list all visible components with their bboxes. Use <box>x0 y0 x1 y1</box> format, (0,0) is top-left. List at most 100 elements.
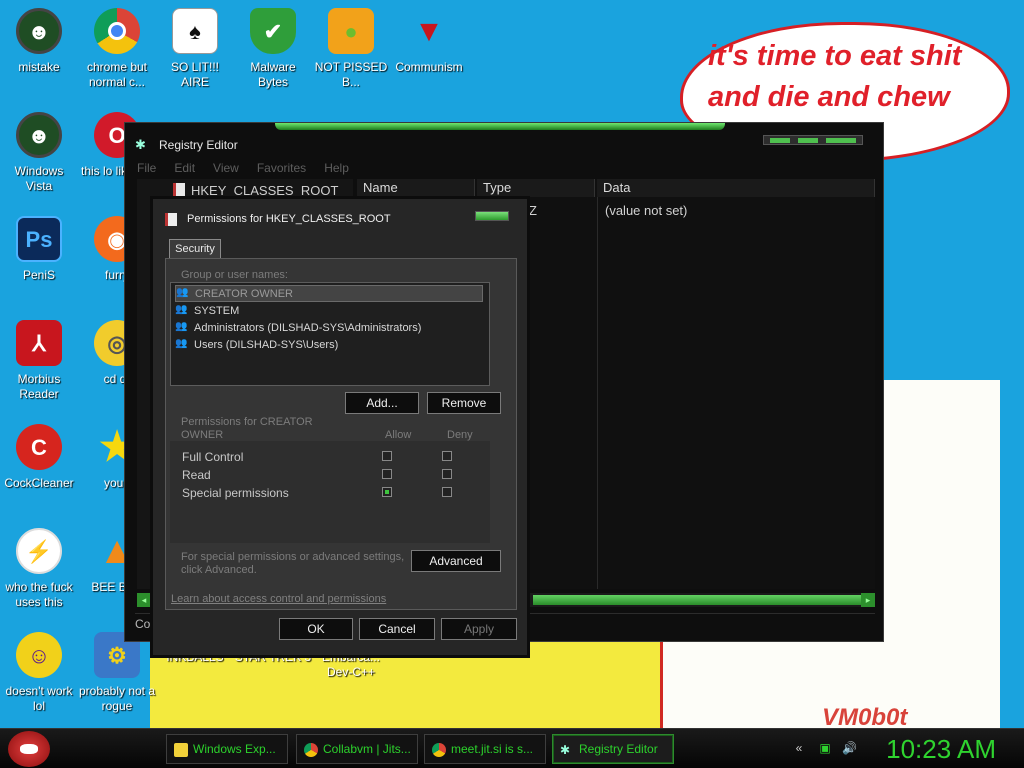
menu-file[interactable]: File <box>137 161 156 179</box>
add-button[interactable]: Add... <box>345 392 419 414</box>
menu-favorites[interactable]: Favorites <box>257 161 306 179</box>
network-icon[interactable]: ▣ <box>818 741 832 755</box>
learn-more-link[interactable]: Learn about access control and permissio… <box>171 593 386 605</box>
apply-button[interactable]: Apply <box>441 618 517 640</box>
group-label: Group or user names: <box>181 269 288 281</box>
user-item-users[interactable]: 👥 Users (DILSHAD-SYS\Users) <box>175 336 483 353</box>
special-allow-checkbox[interactable] <box>382 487 392 497</box>
emblem-icon: ▼ <box>414 14 444 48</box>
registry-editor-titlebar[interactable]: ✱ Registry Editor <box>125 131 883 159</box>
taskbar-item-meet[interactable]: meet.jit.si is s... <box>424 734 546 764</box>
maximize-button[interactable] <box>798 138 818 143</box>
read-deny-checkbox[interactable] <box>442 469 452 479</box>
lightning-icon: ⚡ <box>16 528 62 574</box>
advanced-button[interactable]: Advanced <box>411 550 501 572</box>
user-label: Administrators (DILSHAD-SYS\Administrato… <box>194 321 422 334</box>
permissions-for-label: Permissions for CREATOR <box>181 416 313 428</box>
permissions-for-label-2: OWNER <box>181 429 224 441</box>
desktop-icon-label: SO LIT!!! AIRE <box>170 60 219 89</box>
user-item-administrators[interactable]: 👥 Administrators (DILSHAD-SYS\Administra… <box>175 319 483 336</box>
window-title: Registry Editor <box>159 138 238 152</box>
close-button[interactable] <box>826 138 856 143</box>
scroll-right-button[interactable]: ▸ <box>861 593 875 607</box>
tab-security[interactable]: Security <box>169 239 221 259</box>
start-button[interactable] <box>8 731 50 767</box>
pdf-reader-icon: ⅄ <box>16 320 62 366</box>
desktop-icon-malwarebytes[interactable]: ✔ Malware Bytes <box>234 8 312 90</box>
desktop-icon-avast[interactable]: ⚡ who the fuck uses this <box>0 528 78 610</box>
desktop-icon-label: probably not a rogue <box>78 684 156 713</box>
read-allow-checkbox[interactable] <box>382 469 392 479</box>
desktop-icon-label: mistake <box>18 60 60 74</box>
shield-check-icon: ✔ <box>250 8 296 54</box>
desktop-icon-solitaire[interactable]: ♠ SO LIT!!! AIRE <box>156 8 234 90</box>
user-list[interactable]: 👥 CREATOR OWNER 👥 SYSTEM 👥 Administrator… <box>170 282 490 386</box>
desktop-icon-yahoo[interactable]: ☺ doesn't work lol <box>0 632 78 714</box>
column-name[interactable]: Name <box>357 179 475 197</box>
taskbar-item-explorer[interactable]: Windows Exp... <box>166 734 288 764</box>
desktop-icon-chrome[interactable]: chrome but normal c... <box>78 8 156 90</box>
tray-expand-icon[interactable]: « <box>792 741 806 755</box>
taskbar-item-collabvm[interactable]: Collabvm | Jits... <box>296 734 418 764</box>
desktop-icon-label: chrome but normal c... <box>86 60 148 89</box>
registry-icon: ✱ <box>560 743 571 757</box>
value-type-cell: Z <box>529 203 537 218</box>
watermark: VM0b0t <box>822 704 908 728</box>
user-item-creator-owner[interactable]: 👥 CREATOR OWNER <box>175 285 483 302</box>
special-deny-checkbox[interactable] <box>442 487 452 497</box>
menu-edit[interactable]: Edit <box>174 161 195 179</box>
perm-row-full-control: Full Control <box>182 450 244 464</box>
taskbar-item-registry-editor[interactable]: ✱ Registry Editor <box>552 734 674 764</box>
desktop-icon-angry-birds[interactable]: ● NOT PISSED B... <box>312 8 390 90</box>
scroll-left-button[interactable]: ◂ <box>137 593 151 607</box>
permissions-dialog[interactable]: Permissions for HKEY_CLASSES_ROOT Securi… <box>150 196 530 658</box>
close-button[interactable] <box>475 211 509 221</box>
desktop-icon-windows-vista[interactable]: ☻ Windows Vista <box>0 112 78 194</box>
menu-view[interactable]: View <box>213 161 239 179</box>
green-orb-icon: ☻ <box>16 8 62 54</box>
desktop-icon-label: Malware Bytes <box>250 60 296 89</box>
column-divider <box>597 197 598 589</box>
desktop-icon-cockcleaner[interactable]: C CockCleaner <box>0 424 78 491</box>
users-icon: 👥 <box>176 287 189 298</box>
volume-icon[interactable]: 🔊 <box>842 741 857 755</box>
pig-icon: ● <box>328 8 374 54</box>
desktop-icon-communism[interactable]: ▼ Communism <box>390 8 468 75</box>
task-label: Windows Exp... <box>193 742 276 756</box>
menu-help[interactable]: Help <box>324 161 349 179</box>
user-label: SYSTEM <box>194 304 240 317</box>
desktop-icon-label: PeniS <box>22 268 56 282</box>
cleaner-icon: C <box>16 424 62 470</box>
window-controls[interactable] <box>763 135 863 145</box>
window-glow <box>275 123 725 130</box>
clock[interactable]: 10:23 AM <box>886 734 996 765</box>
perm-row-special: Special permissions <box>182 486 289 500</box>
cancel-button[interactable]: Cancel <box>359 618 435 640</box>
desktop-icon-label: Windows Vista <box>14 164 64 193</box>
column-data[interactable]: Data <box>597 179 875 197</box>
scroll-thumb[interactable] <box>533 595 863 605</box>
task-label: Collabvm | Jits... <box>323 742 411 756</box>
task-label: meet.jit.si is s... <box>451 742 534 756</box>
full-control-allow-checkbox[interactable] <box>382 451 392 461</box>
desktop-icon-rogue[interactable]: ⚙ probably not a rogue <box>78 632 156 714</box>
desktop-icon-label: Morbius Reader <box>17 372 61 401</box>
ok-button[interactable]: OK <box>279 618 353 640</box>
user-label: Users (DILSHAD-SYS\Users) <box>194 338 339 351</box>
menu-bar: File Edit View Favorites Help <box>137 161 349 179</box>
desktop-icon-morbius-reader[interactable]: ⅄ Morbius Reader <box>0 320 78 402</box>
desktop-icon-mistake[interactable]: ☻ mistake <box>0 8 78 75</box>
speech-bubble-text: it's time to eat shit and die and chew <box>708 40 962 113</box>
minimize-button[interactable] <box>770 138 790 143</box>
user-item-system[interactable]: 👥 SYSTEM <box>175 302 483 319</box>
full-control-deny-checkbox[interactable] <box>442 451 452 461</box>
deny-header: Deny <box>447 429 473 441</box>
registry-icon: ✱ <box>135 137 146 152</box>
folder-icon <box>174 743 188 757</box>
desktop-icon-photoshop[interactable]: Ps PeniS <box>0 216 78 283</box>
column-type[interactable]: Type <box>477 179 595 197</box>
perm-row-read: Read <box>182 468 211 482</box>
remove-button[interactable]: Remove <box>427 392 501 414</box>
folder-icon <box>165 213 177 226</box>
users-icon: 👥 <box>175 338 188 349</box>
